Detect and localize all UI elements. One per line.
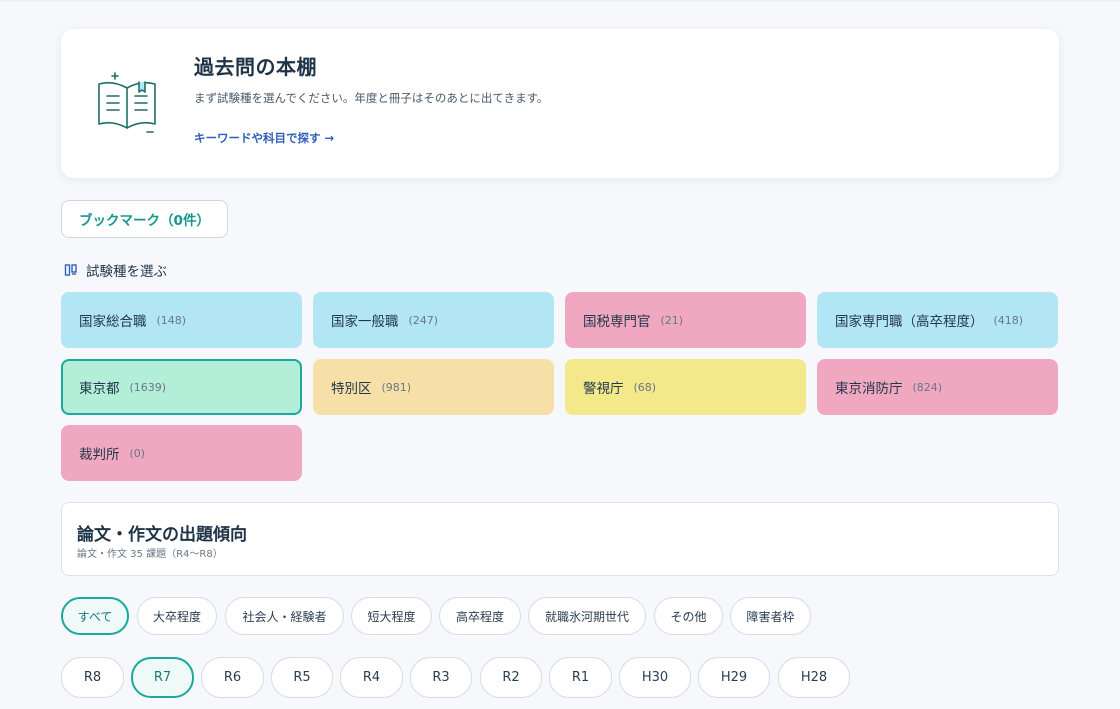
- open-book-icon: [98, 72, 156, 133]
- year-pill[interactable]: R1: [549, 657, 612, 698]
- year-pill[interactable]: R2: [480, 657, 542, 698]
- essay-trend-card[interactable]: 論文・作文の出題傾向 論文・作文 35 課題（R4〜R8）: [61, 502, 1059, 576]
- exam-section-label: 試験種を選ぶ: [86, 264, 167, 280]
- exam-tile[interactable]: 国税専門官 (21): [565, 292, 806, 348]
- bookshelf-icon: [64, 264, 77, 276]
- page-title: 過去問の本棚: [194, 55, 317, 79]
- exam-name: 警視庁: [583, 381, 624, 397]
- exam-name: 東京消防庁: [835, 381, 903, 397]
- category-pill[interactable]: 大卒程度: [137, 597, 217, 635]
- year-pill[interactable]: H29: [698, 657, 770, 698]
- category-pill[interactable]: 社会人・経験者: [225, 597, 344, 635]
- exam-count: (21): [660, 313, 684, 327]
- exam-section-heading: 試験種を選ぶ: [64, 260, 167, 280]
- keyword-search-link[interactable]: キーワードや科目で探す →: [194, 130, 334, 146]
- exam-tile[interactable]: 国家専門職（高卒程度） (418): [817, 292, 1058, 348]
- exam-count: (0): [129, 446, 146, 460]
- essay-trend-subtitle: 論文・作文 35 課題（R4〜R8）: [77, 549, 223, 560]
- exam-count: (981): [381, 380, 412, 394]
- essay-trend-title: 論文・作文の出題傾向: [77, 525, 247, 545]
- category-pill[interactable]: 高卒程度: [439, 597, 521, 635]
- exam-tile[interactable]: 東京都 (1639): [61, 359, 302, 415]
- exam-name: 国税専門官: [583, 314, 651, 330]
- year-pill[interactable]: H28: [778, 657, 850, 698]
- category-pill[interactable]: 障害者枠: [730, 597, 811, 635]
- exam-tile[interactable]: 国家総合職 (148): [61, 292, 302, 348]
- exam-count: (824): [912, 380, 943, 394]
- hero-description: まず試験種を選んでください。年度と冊子はそのあとに出てきます。: [194, 91, 549, 105]
- exam-tile[interactable]: 国家一般職 (247): [313, 292, 554, 348]
- exam-name: 裁判所: [79, 447, 120, 463]
- year-pill[interactable]: R5: [271, 657, 333, 698]
- exam-count: (68): [633, 380, 657, 394]
- year-pill[interactable]: R3: [410, 657, 472, 698]
- year-pill[interactable]: R7: [131, 657, 194, 698]
- exam-count: (1639): [129, 380, 167, 394]
- category-pill[interactable]: 就職氷河期世代: [528, 597, 646, 635]
- exam-tile[interactable]: 東京消防庁 (824): [817, 359, 1058, 415]
- year-pill[interactable]: R4: [340, 657, 403, 698]
- bookmark-button[interactable]: ブックマーク（0件）: [61, 200, 228, 238]
- exam-tile[interactable]: 警視庁 (68): [565, 359, 806, 415]
- year-pill[interactable]: H30: [619, 657, 691, 698]
- exam-name: 国家総合職: [79, 314, 147, 330]
- category-pill[interactable]: その他: [654, 597, 723, 635]
- exam-name: 特別区: [331, 381, 372, 397]
- exam-tile[interactable]: 特別区 (981): [313, 359, 554, 415]
- exam-count: (247): [408, 313, 439, 327]
- exam-name: 東京都: [79, 381, 120, 397]
- top-divider: [0, 0, 1120, 2]
- exam-tile[interactable]: 裁判所 (0): [61, 425, 302, 481]
- year-pill[interactable]: R6: [201, 657, 264, 698]
- exam-count: (148): [156, 313, 187, 327]
- exam-name: 国家専門職（高卒程度）: [835, 314, 984, 330]
- exam-name: 国家一般職: [331, 314, 399, 330]
- category-pill[interactable]: 短大程度: [351, 597, 432, 635]
- year-pill[interactable]: R8: [61, 657, 124, 698]
- category-pill[interactable]: すべて: [61, 597, 129, 635]
- exam-count: (418): [993, 313, 1024, 327]
